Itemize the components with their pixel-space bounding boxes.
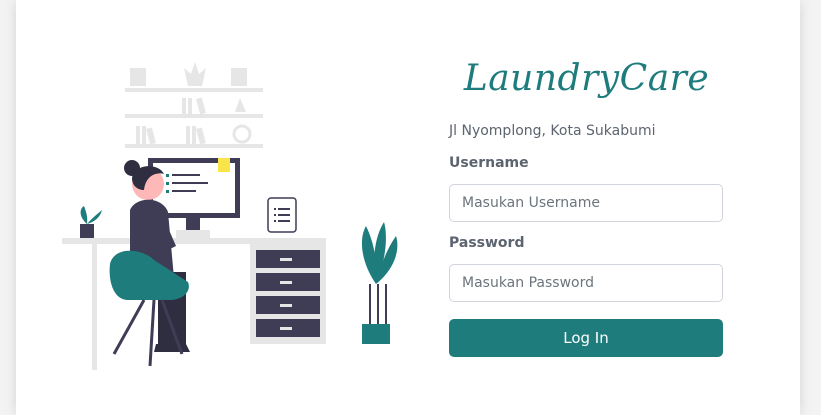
brand-logo: LaundryCare: [463, 58, 710, 99]
username-input[interactable]: [449, 184, 723, 222]
address-text: Jl Nyomplong, Kota Sukabumi: [449, 123, 656, 139]
password-label: Password: [449, 235, 525, 251]
workspace-illustration: [62, 62, 398, 370]
username-label: Username: [449, 155, 529, 171]
password-input[interactable]: [449, 264, 723, 302]
login-button[interactable]: Log In: [449, 319, 723, 357]
